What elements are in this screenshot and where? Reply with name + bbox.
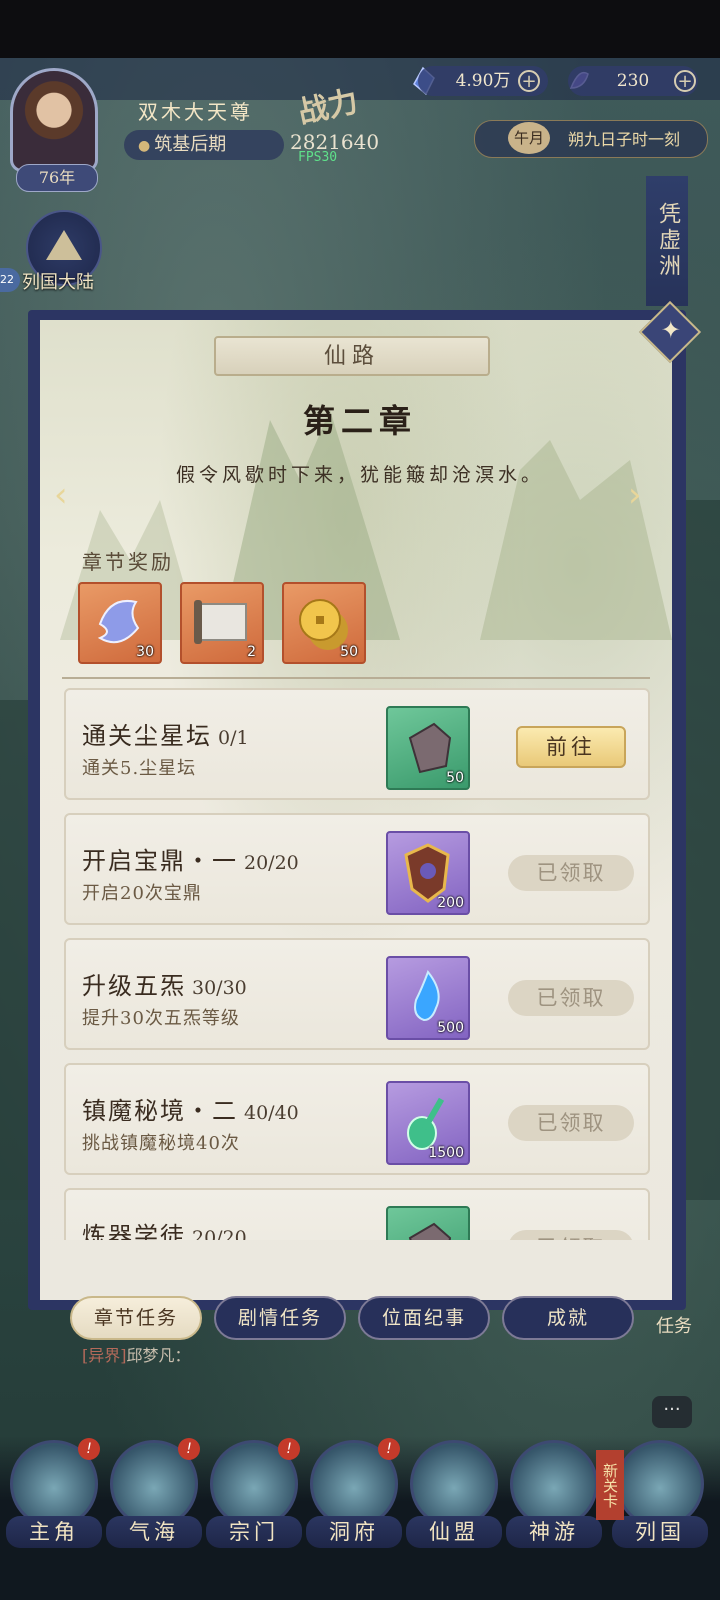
add-spirit-stone-button[interactable]: + (518, 70, 540, 92)
alert-badge: ! (178, 1438, 200, 1460)
go-button[interactable]: 前往 (516, 726, 626, 768)
next-chapter-icon[interactable]: › (628, 472, 654, 518)
month-badge: 午月 (508, 122, 550, 154)
nav-sect[interactable]: ! 宗门 (206, 1438, 302, 1550)
task-reward-item[interactable]: 500 (386, 956, 470, 1040)
nav-label: 列国 (612, 1516, 708, 1548)
nav-nations[interactable]: 列国 (612, 1440, 708, 1550)
realm-dot-icon: ● (138, 138, 151, 154)
tab-chapter-task[interactable]: 章节任务 (70, 1296, 202, 1340)
add-jade-button[interactable]: + (674, 70, 696, 92)
claimed-button[interactable]: 已领取 (508, 1230, 634, 1240)
item-count: 1500 (428, 1145, 464, 1161)
tab-achievement[interactable]: 成就 (502, 1296, 634, 1340)
nav-label: 宗门 (206, 1516, 302, 1548)
tab-plane-chronicle[interactable]: 位面纪事 (358, 1296, 490, 1340)
task-progress: 40/40 (244, 1102, 299, 1124)
item-count: 200 (437, 895, 464, 911)
alliance-icon (410, 1440, 498, 1528)
chat-line[interactable]: [异界]邱梦凡： (82, 1342, 191, 1366)
chat-text: 邱梦凡： (126, 1346, 191, 1365)
task-progress: 0/1 (218, 727, 249, 749)
nations-icon (616, 1440, 704, 1528)
claimed-button[interactable]: 已领取 (508, 980, 634, 1016)
item-count: 50 (446, 770, 464, 786)
chapter-title: 第二章 (302, 402, 417, 440)
reward-gold-coin[interactable]: 50 (282, 582, 366, 664)
prev-chapter-icon[interactable]: ‹ (54, 472, 80, 518)
task-list[interactable]: 通关尘星坛 0/1 通关5.尘星坛 50 前往 开启宝鼎・一 20/20 开启20次… (40, 684, 672, 1240)
player-realm: ● 筑基后期 (124, 130, 284, 160)
region-name[interactable]: 凭虚洲 (646, 176, 688, 306)
ore-icon (408, 1222, 452, 1240)
reward-count: 30 (136, 644, 154, 660)
reward-scroll[interactable]: 2 (180, 582, 264, 664)
task-row: 通关尘星坛 0/1 通关5.尘星坛 50 前往 (64, 688, 650, 800)
chat-channel: [异界] (82, 1346, 127, 1365)
task-desc: 挑战镇魔秘境40次 (82, 1133, 240, 1154)
spirit-roam-icon (510, 1440, 598, 1528)
chat-bubble-icon[interactable]: ··· (652, 1396, 692, 1428)
task-desc: 开启20次宝鼎 (82, 883, 202, 904)
task-progress: 20/20 (244, 852, 299, 874)
nav-cave[interactable]: ! 洞府 (306, 1438, 402, 1550)
claimed-button[interactable]: 已领取 (508, 1105, 634, 1141)
nav-protagonist[interactable]: ! 主角 (6, 1438, 102, 1550)
tab-story-task[interactable]: 剧情任务 (214, 1296, 346, 1340)
alert-badge: ! (278, 1438, 300, 1460)
task-desc: 通关5.尘星坛 (82, 758, 197, 779)
task-title: 镇魔秘境・二 (82, 1097, 238, 1125)
calendar-date: 朔九日子时一刻 (568, 130, 681, 149)
task-reward-item[interactable] (386, 1206, 470, 1240)
task-reward-item[interactable]: 50 (386, 706, 470, 790)
nav-label: 主角 (6, 1516, 102, 1548)
task-desc: 提升30次五炁等级 (82, 1008, 240, 1029)
nav-alliance[interactable]: 仙盟 (406, 1440, 502, 1550)
player-avatar[interactable] (10, 68, 98, 172)
alert-badge: ! (78, 1438, 100, 1460)
alert-badge: ! (378, 1438, 400, 1460)
claimed-button[interactable]: 已领取 (508, 855, 634, 891)
map-shortcut-label[interactable]: 列国大陆 (22, 268, 94, 294)
task-reward-item[interactable]: 200 (386, 831, 470, 915)
task-title: 通关尘星坛 (82, 722, 212, 750)
nav-qi-sea[interactable]: ! 气海 (106, 1438, 202, 1550)
panel-title: 仙路 (214, 336, 490, 376)
task-title: 炼器学徒 (82, 1222, 186, 1240)
item-count: 500 (437, 1020, 464, 1036)
chapter-reward-title: 章节奖励 (82, 550, 174, 574)
task-row: 开启宝鼎・一 20/20 开启20次宝鼎 200 已领取 (64, 813, 650, 925)
task-title: 升级五炁 (82, 972, 186, 1000)
chapter-poem: 假令风歇时下来，犹能簸却沧溟水。 (175, 464, 544, 486)
nav-label: 气海 (106, 1516, 202, 1548)
task-row: 升级五炁 30/30 提升30次五炁等级 500 已领取 (64, 938, 650, 1050)
task-progress: 30/30 (192, 977, 247, 999)
nav-label: 洞府 (306, 1516, 402, 1548)
fps-counter: FPS30 (298, 150, 338, 165)
player-name: 双木大天尊 (138, 100, 253, 124)
task-title: 开启宝鼎・一 (82, 847, 238, 875)
reward-spirit-crystal[interactable]: 30 (78, 582, 162, 664)
task-reward-item[interactable]: 1500 (386, 1081, 470, 1165)
new-stage-tag: 新关卡 (596, 1450, 624, 1520)
task-progress: 20/20 (192, 1227, 247, 1240)
reward-count: 50 (340, 644, 358, 660)
nav-label: 神游 (506, 1516, 602, 1548)
player-age: 76年 (16, 164, 98, 192)
mountain-silhouette (680, 500, 720, 1200)
realm-text: 筑基后期 (154, 134, 227, 155)
divider (62, 677, 650, 679)
reward-count: 2 (247, 644, 256, 660)
nav-label: 仙盟 (406, 1516, 502, 1548)
nav-spirit-roam[interactable]: 神游 (506, 1440, 602, 1550)
task-row: 镇魔秘境・二 40/40 挑战镇魔秘境40次 1500 已领取 (64, 1063, 650, 1175)
side-task-button[interactable]: 任务 (654, 1312, 694, 1338)
task-row: 炼器学徒 20/20 已领取 (64, 1188, 650, 1240)
